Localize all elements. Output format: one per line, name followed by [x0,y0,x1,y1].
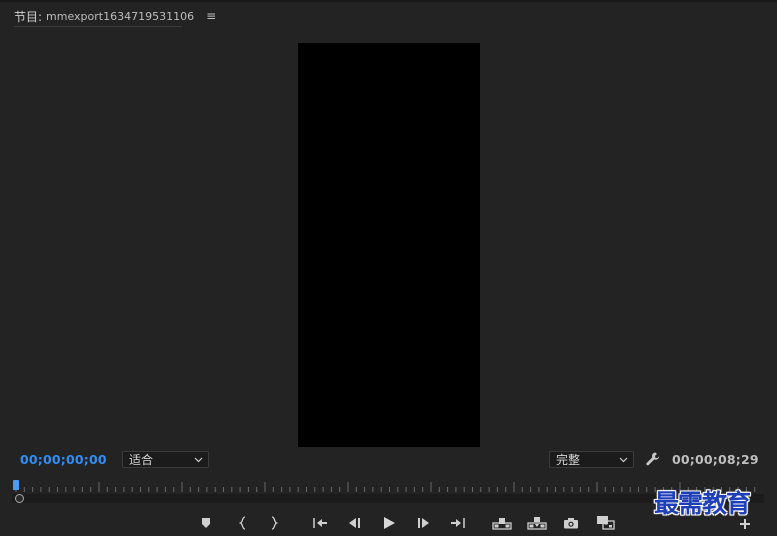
add-marker-button[interactable] [196,513,216,533]
go-to-in-button[interactable] [310,513,330,533]
go-to-out-button[interactable] [448,513,468,533]
time-ruler[interactable] [12,480,764,494]
add-button-icon[interactable] [738,517,752,531]
export-frame-icon [564,518,578,529]
watermark-logo: 最需教育 [654,489,751,518]
step-back-button[interactable] [344,513,364,533]
panel-top-border [0,0,777,2]
step-back-icon [349,518,360,528]
play-icon [384,517,395,529]
chevron-down-icon [194,457,203,462]
zoom-level-value: 适合 [129,453,154,467]
mark-in-icon [238,516,246,530]
step-forward-button[interactable] [414,513,434,533]
extract-button[interactable] [527,513,547,533]
settings-wrench-icon[interactable] [645,451,661,467]
mark-out-button[interactable] [264,513,284,533]
comparison-view-icon [597,516,615,530]
program-video-frame[interactable] [298,43,480,447]
mark-out-icon [271,516,279,530]
scrub-bar[interactable] [12,494,764,503]
playback-resolution-dropdown[interactable]: 完整 [549,451,634,468]
comparison-view-button[interactable] [596,513,616,533]
go-to-in-icon [313,518,327,528]
panel-title-bar: 节目: mmexport1634719531106 ≡ [14,7,216,25]
sequence-name[interactable]: mmexport1634719531106 [46,10,194,23]
playback-resolution-value: 完整 [556,453,581,467]
mark-in-button[interactable] [233,513,253,533]
play-button[interactable] [379,513,399,533]
lift-button[interactable] [492,513,512,533]
go-to-out-icon [451,518,465,528]
playhead-handle[interactable] [13,480,19,490]
hamburger-menu-icon[interactable]: ≡ [206,9,216,23]
add-marker-icon [202,518,210,528]
active-tab-underline [14,26,182,27]
export-frame-button[interactable] [561,513,581,533]
chevron-down-icon [619,457,628,462]
current-timecode[interactable]: 00;00;00;00 [20,452,107,467]
step-forward-icon [418,518,429,528]
duration-timecode: 00;00;08;29 [672,452,759,467]
panel-label: 节目: [14,9,43,24]
zoom-scroll-knob[interactable] [15,494,24,503]
extract-icon [527,517,547,530]
lift-icon [492,518,512,530]
zoom-level-dropdown[interactable]: 适合 [122,451,209,468]
